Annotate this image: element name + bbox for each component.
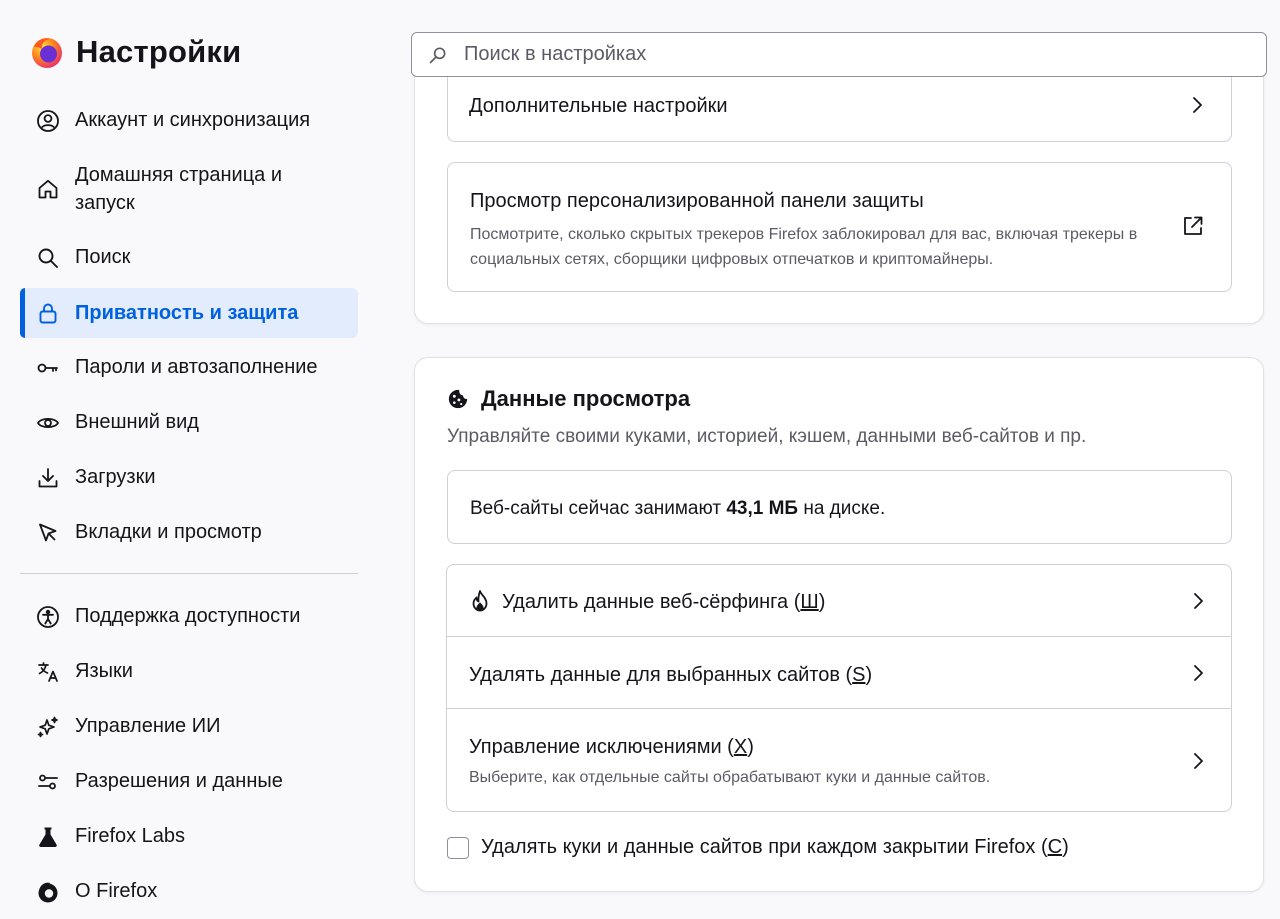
usage-prefix: Веб-сайты сейчас занимают bbox=[470, 498, 727, 519]
sidebar-item-label: Поддержка доступности bbox=[75, 605, 301, 627]
cursor-icon bbox=[35, 520, 61, 546]
delete-on-close-option[interactable]: Удалять куки и данные сайтов при каждом … bbox=[447, 836, 1069, 859]
sidebar-item-account[interactable]: Аккаунт и синхронизация bbox=[20, 93, 358, 148]
clear-site-data-label: Удалять данные для выбранных сайтов (S) bbox=[469, 664, 872, 687]
sidebar-item-privacy[interactable]: Приватность и защита bbox=[20, 288, 358, 338]
sidebar-item-label: О Firefox bbox=[75, 880, 158, 902]
data-actions-list: Удалить данные веб-сёрфинга (Ш) Удалять … bbox=[446, 564, 1232, 812]
sidebar-item-tabs[interactable]: Вкладки и просмотр bbox=[20, 505, 358, 560]
page-title: Настройки bbox=[76, 34, 242, 69]
sidebar-item-accessibility[interactable]: Поддержка доступности bbox=[20, 589, 358, 644]
label-text: Удалять данные для выбранных сайтов ( bbox=[469, 664, 853, 686]
site-usage-text: Веб-сайты сейчас занимают 43,1 МБ на дис… bbox=[470, 498, 885, 520]
advanced-settings-label: Дополнительные настройки bbox=[469, 95, 728, 117]
sidebar-item-label: Аккаунт и синхронизация bbox=[75, 109, 311, 131]
firefox-icon bbox=[35, 879, 61, 905]
label-text: Удалять куки и данные сайтов при каждом … bbox=[481, 836, 1048, 858]
search-input[interactable] bbox=[462, 42, 1242, 67]
flask-icon bbox=[35, 824, 61, 850]
external-link-icon bbox=[1184, 216, 1203, 235]
label-paren: ) bbox=[747, 736, 754, 758]
sidebar-divider bbox=[20, 573, 358, 574]
usage-suffix: на диске. bbox=[798, 498, 886, 519]
section-header: Данные просмотра bbox=[447, 386, 690, 412]
sidebar-item-label: Вкладки и просмотр bbox=[75, 521, 262, 543]
chevron-right-icon bbox=[1193, 97, 1202, 113]
sidebar-item-label: Firefox Labs bbox=[75, 825, 186, 847]
label-text: Управление исключениями ( bbox=[469, 736, 734, 758]
sidebar-item-firefox-labs[interactable]: Firefox Labs bbox=[20, 809, 358, 864]
settings-search[interactable] bbox=[411, 32, 1267, 77]
sidebar-item-home[interactable]: Домашняя страница и запуск bbox=[20, 148, 358, 230]
clear-browsing-data-row[interactable]: Удалить данные веб-сёрфинга (Ш) bbox=[447, 565, 1231, 637]
manage-exceptions-row[interactable]: Управление исключениями (X) Выберите, ка… bbox=[447, 709, 1231, 811]
sidebar-item-label: Поиск bbox=[75, 246, 131, 268]
chevron-right-icon bbox=[1194, 753, 1203, 769]
chevron-right-icon bbox=[1194, 665, 1203, 681]
search-icon bbox=[35, 245, 61, 271]
browsing-data-card: Данные просмотра Управляйте своими кукам… bbox=[414, 357, 1264, 892]
accessibility-icon bbox=[35, 604, 61, 630]
manage-exceptions-desc: Выберите, как отдельные сайты обрабатыва… bbox=[469, 769, 991, 786]
sidebar-item-permissions[interactable]: Разрешения и данные bbox=[20, 754, 358, 809]
sidebar-item-label: Приватность и защита bbox=[75, 301, 299, 324]
sidebar-item-label: Пароли и автозаполнение bbox=[75, 356, 318, 378]
account-icon bbox=[35, 108, 61, 134]
manage-exceptions-label: Управление исключениями (X) bbox=[469, 736, 754, 759]
sidebar-item-label: Домашняя страница и запуск bbox=[75, 164, 283, 214]
clear-browsing-data-label: Удалить данные веб-сёрфинга (Ш) bbox=[502, 591, 825, 614]
access-key: Ш bbox=[800, 591, 819, 613]
access-key: S bbox=[852, 664, 866, 686]
site-usage-box: Веб-сайты сейчас занимают 43,1 МБ на дис… bbox=[447, 470, 1232, 544]
firefox-logo-icon bbox=[32, 38, 62, 68]
sidebar-item-downloads[interactable]: Загрузки bbox=[20, 450, 358, 505]
protection-dashboard-row[interactable]: Просмотр персонализированной панели защи… bbox=[447, 162, 1232, 292]
key-icon bbox=[35, 355, 61, 381]
sidebar-item-search[interactable]: Поиск bbox=[20, 230, 358, 285]
home-icon bbox=[35, 176, 61, 202]
label-paren: ) bbox=[865, 664, 873, 686]
sidebar-item-label: Управление ИИ bbox=[75, 715, 221, 737]
download-icon bbox=[35, 465, 61, 491]
nav-main: Аккаунт и синхронизация Домашняя страниц… bbox=[20, 93, 358, 560]
nav-secondary: Поддержка доступности Языки Управление И… bbox=[20, 589, 358, 919]
protection-card: Дополнительные настройки Просмотр персон… bbox=[414, 60, 1264, 324]
flame-icon bbox=[472, 590, 488, 612]
sidebar-item-label: Внешний вид bbox=[75, 411, 199, 433]
delete-on-close-label: Удалять куки и данные сайтов при каждом … bbox=[481, 836, 1069, 859]
usage-value: 43,1 МБ bbox=[726, 498, 799, 519]
label-text: Удалить данные веб-сёрфинга ( bbox=[502, 591, 801, 613]
sidebar-item-appearance[interactable]: Внешний вид bbox=[20, 395, 358, 450]
chevron-right-icon bbox=[1194, 593, 1203, 609]
protection-dashboard-desc: Посмотрите, сколько скрытых трекеров Fir… bbox=[470, 226, 1138, 268]
label-paren: ) bbox=[818, 591, 826, 613]
translate-icon bbox=[35, 659, 61, 685]
sidebar-item-languages[interactable]: Языки bbox=[20, 644, 358, 699]
access-key: X bbox=[733, 736, 748, 758]
lock-icon bbox=[35, 300, 61, 326]
sidebar-item-label: Разрешения и данные bbox=[75, 770, 283, 792]
sidebar-item-passwords[interactable]: Пароли и автозаполнение bbox=[20, 340, 358, 395]
sidebar-item-ai-controls[interactable]: Управление ИИ bbox=[20, 699, 358, 754]
label-paren: ) bbox=[1062, 836, 1069, 858]
access-key: C bbox=[1047, 836, 1063, 858]
clear-site-data-row[interactable]: Удалять данные для выбранных сайтов (S) bbox=[447, 637, 1231, 709]
sparkle-icon bbox=[35, 714, 61, 740]
section-description: Управляйте своими куками, историей, кэше… bbox=[447, 426, 1087, 447]
brand: Настройки bbox=[30, 34, 241, 70]
sidebar: Настройки Аккаунт и синхронизация Домашн… bbox=[0, 0, 380, 915]
protection-dashboard-title: Просмотр персонализированной панели защи… bbox=[470, 190, 924, 212]
sidebar-item-label: Загрузки bbox=[75, 466, 156, 488]
section-title: Данные просмотра bbox=[481, 386, 691, 411]
search-icon bbox=[429, 47, 446, 63]
sidebar-item-label: Языки bbox=[75, 660, 133, 682]
eye-icon bbox=[35, 410, 61, 436]
delete-on-close-checkbox[interactable] bbox=[447, 836, 469, 859]
cookie-icon bbox=[448, 389, 468, 409]
sliders-icon bbox=[35, 769, 61, 795]
sidebar-item-about[interactable]: О Firefox bbox=[20, 864, 358, 919]
